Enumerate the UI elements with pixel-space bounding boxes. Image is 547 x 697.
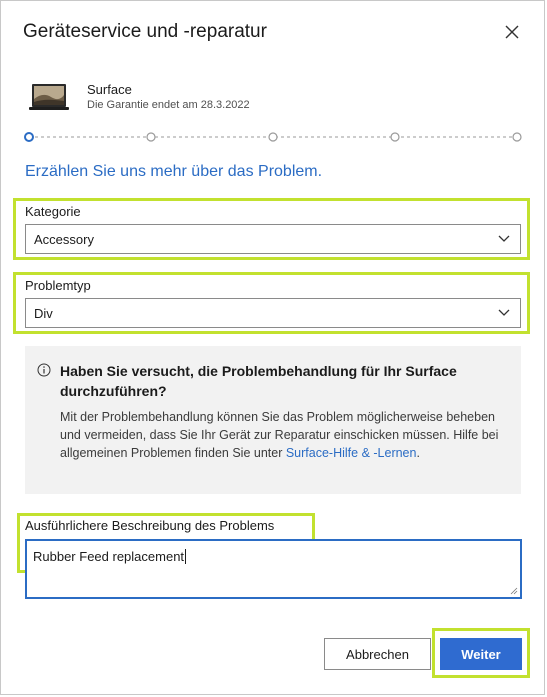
category-label: Kategorie [25, 204, 81, 219]
step-1-icon [24, 132, 34, 142]
info-body-suffix: . [416, 446, 420, 460]
service-dialog: Geräteservice und -reparatur Surface Die… [0, 0, 545, 695]
cancel-button[interactable]: Abbrechen [324, 638, 431, 670]
description-textarea[interactable]: Rubber Feed replacement [25, 539, 522, 599]
device-name: Surface [87, 82, 132, 97]
resize-handle-icon[interactable] [510, 587, 518, 595]
progress-stepper [24, 132, 522, 142]
laptop-icon [29, 84, 69, 110]
step-2-icon [146, 132, 156, 142]
problem-type-value: Div [34, 305, 53, 321]
surface-help-link[interactable]: Surface-Hilfe & -Lernen [286, 446, 417, 460]
category-select[interactable]: Accessory [25, 224, 521, 254]
warranty-text: Die Garantie endet am 28.3.2022 [87, 99, 250, 111]
info-title: Haben Sie versucht, die Problembehandlun… [60, 363, 457, 399]
step-3-icon [268, 132, 278, 142]
problem-type-label: Problemtyp [25, 278, 91, 293]
info-body: Mit der Problembehandlung können Sie das… [60, 408, 515, 462]
step-4-icon [390, 132, 400, 142]
text-cursor [185, 549, 187, 564]
next-button[interactable]: Weiter [440, 638, 522, 670]
info-body-text: Mit der Problembehandlung können Sie das… [60, 410, 499, 460]
chevron-down-icon [498, 235, 510, 242]
info-icon [37, 363, 51, 377]
description-value: Rubber Feed replacement [33, 549, 185, 564]
troubleshooting-info-box: Haben Sie versucht, die Problembehandlun… [25, 346, 521, 494]
problem-type-select[interactable]: Div [25, 298, 521, 328]
chevron-down-icon [498, 309, 510, 316]
step-5-icon [512, 132, 522, 142]
dialog-title: Geräteservice und -reparatur [23, 21, 267, 42]
close-icon[interactable] [503, 23, 521, 41]
description-label: Ausführlichere Beschreibung des Problems [25, 518, 275, 533]
category-value: Accessory [34, 231, 94, 247]
section-heading: Erzählen Sie uns mehr über das Problem. [25, 163, 323, 180]
